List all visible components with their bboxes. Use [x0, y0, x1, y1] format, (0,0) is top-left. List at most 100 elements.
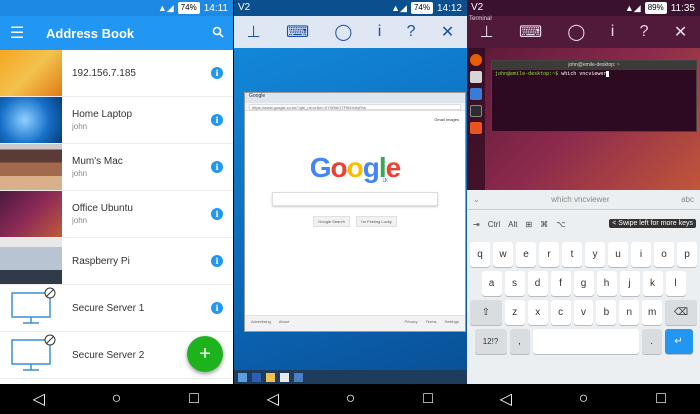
key[interactable]: y: [585, 242, 605, 267]
key[interactable]: p: [677, 242, 697, 267]
recents-icon[interactable]: □: [174, 390, 214, 408]
shift-key-icon[interactable]: ⇧: [469, 300, 502, 325]
taskbar-app-icon[interactable]: [238, 372, 247, 382]
back-icon[interactable]: ◁: [253, 389, 293, 409]
info-icon[interactable]: i: [611, 23, 615, 41]
info-icon[interactable]: i: [211, 114, 223, 126]
footer-link[interactable]: Privacy: [405, 319, 418, 328]
key[interactable]: x: [527, 300, 548, 325]
enter-key-icon[interactable]: ↵: [664, 329, 693, 354]
info-icon[interactable]: i: [378, 23, 382, 41]
key[interactable]: m: [642, 300, 663, 325]
keyboard-icon[interactable]: ⌨: [519, 22, 542, 42]
footer-link[interactable]: Advertising: [251, 319, 271, 328]
key[interactable]: w: [493, 242, 513, 267]
google-search-input[interactable]: [272, 192, 438, 206]
taskbar-app-icon[interactable]: [266, 372, 275, 382]
key[interactable]: u: [608, 242, 628, 267]
key[interactable]: r: [539, 242, 559, 267]
info-icon[interactable]: i: [211, 161, 223, 173]
footer-link[interactable]: Settings: [445, 319, 459, 328]
key[interactable]: j: [619, 271, 640, 296]
keyboard-icon[interactable]: ⌨: [286, 22, 309, 42]
mouse-icon[interactable]: ◯: [567, 22, 585, 42]
info-icon[interactable]: i: [211, 302, 223, 314]
alt-key[interactable]: Alt: [508, 220, 517, 229]
key[interactable]: o: [654, 242, 674, 267]
menu-icon[interactable]: ☰: [0, 23, 34, 43]
home-icon[interactable]: ○: [96, 390, 136, 408]
software-icon[interactable]: [470, 122, 482, 134]
key[interactable]: z: [504, 300, 525, 325]
info-icon[interactable]: i: [211, 255, 223, 267]
back-icon[interactable]: ◁: [19, 389, 59, 409]
symbols-key[interactable]: 12!?: [474, 329, 507, 354]
firefox-icon[interactable]: [470, 54, 482, 66]
google-search-button[interactable]: Google Search: [313, 216, 350, 227]
help-icon[interactable]: ?: [407, 23, 416, 41]
list-item[interactable]: Mum's Mac john i: [0, 144, 233, 191]
key[interactable]: s: [504, 271, 525, 296]
key[interactable]: i: [631, 242, 651, 267]
key[interactable]: g: [573, 271, 594, 296]
key[interactable]: b: [596, 300, 617, 325]
home-icon[interactable]: ○: [330, 390, 370, 408]
writer-icon[interactable]: [470, 88, 482, 100]
info-icon[interactable]: i: [211, 208, 223, 220]
footer-link[interactable]: Terms: [426, 319, 437, 328]
option-key-icon[interactable]: ⌥: [556, 220, 565, 229]
recents-icon[interactable]: □: [641, 390, 681, 408]
list-item[interactable]: Secure Server 1 i: [0, 285, 233, 332]
remote-desktop[interactable]: Google https://www.google.co.uk/?gfe_rd=…: [234, 48, 467, 384]
help-icon[interactable]: ?: [640, 23, 649, 41]
terminal-window[interactable]: john@emile-desktop: ~ john@emile-desktop…: [491, 60, 697, 132]
home-icon[interactable]: ○: [563, 390, 603, 408]
key[interactable]: e: [516, 242, 536, 267]
windows-key-icon[interactable]: ⊞: [526, 220, 533, 229]
suggestion-text[interactable]: which vncviewer: [551, 195, 609, 204]
ctrl-key[interactable]: Ctrl: [488, 220, 500, 229]
period-key[interactable]: .: [641, 329, 662, 354]
key[interactable]: c: [550, 300, 571, 325]
close-icon[interactable]: ✕: [441, 22, 454, 42]
taskbar-app-icon[interactable]: [252, 372, 261, 382]
terminal-icon[interactable]: [470, 105, 482, 117]
url-field[interactable]: https://www.google.co.uk/?gfe_rd=cr&ei=X…: [249, 103, 461, 110]
chevron-up-icon[interactable]: ⌄: [473, 195, 480, 204]
delete-key-icon[interactable]: ⌫: [665, 300, 698, 325]
files-icon[interactable]: [470, 71, 482, 83]
key[interactable]: f: [550, 271, 571, 296]
footer-link[interactable]: About: [279, 319, 289, 328]
key[interactable]: d: [527, 271, 548, 296]
comma-key[interactable]: ,: [509, 329, 530, 354]
command-key-icon[interactable]: ⌘: [540, 220, 548, 229]
back-icon[interactable]: ◁: [486, 389, 526, 409]
google-top-links[interactable]: Gmail Images: [245, 111, 465, 122]
close-icon[interactable]: ✕: [674, 22, 687, 42]
recents-icon[interactable]: □: [408, 390, 448, 408]
browser-tab[interactable]: Google: [245, 93, 465, 103]
key[interactable]: h: [596, 271, 617, 296]
input-mode[interactable]: abc: [681, 195, 694, 204]
key[interactable]: a: [481, 271, 502, 296]
pin-icon[interactable]: ⊥: [480, 22, 494, 42]
feeling-lucky-button[interactable]: I'm Feeling Lucky: [355, 216, 397, 227]
taskbar-app-icon[interactable]: [280, 372, 289, 382]
key[interactable]: k: [642, 271, 663, 296]
info-icon[interactable]: i: [211, 67, 223, 79]
search-icon[interactable]: [203, 26, 233, 41]
add-connection-button[interactable]: +: [187, 336, 223, 372]
space-key[interactable]: [532, 329, 639, 354]
key[interactable]: l: [665, 271, 686, 296]
key[interactable]: q: [470, 242, 490, 267]
list-item[interactable]: Office Ubuntu john i: [0, 191, 233, 238]
key[interactable]: v: [573, 300, 594, 325]
list-item[interactable]: Home Laptop john i: [0, 97, 233, 144]
tab-key-icon[interactable]: ⇥: [473, 220, 480, 229]
mouse-icon[interactable]: ◯: [334, 22, 352, 42]
key[interactable]: t: [562, 242, 582, 267]
pin-icon[interactable]: ⊥: [247, 22, 261, 42]
taskbar-app-icon[interactable]: [294, 372, 303, 382]
remote-desktop[interactable]: john@emile-desktop: ~ john@emile-desktop…: [467, 48, 700, 190]
list-item[interactable]: 192.156.7.185 i: [0, 50, 233, 97]
